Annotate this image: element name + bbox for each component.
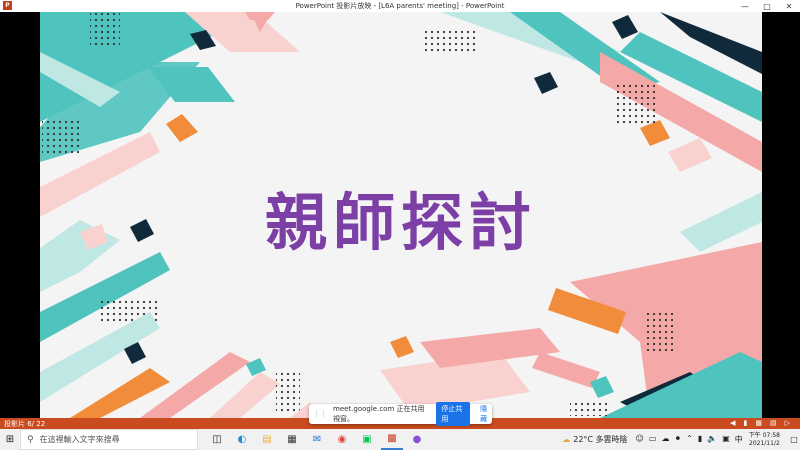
dot-grid <box>42 118 82 154</box>
people-icon[interactable]: ☺ <box>636 434 644 445</box>
slide-number: 投影片 6/ 22 <box>4 420 46 428</box>
share-message: meet.google.com 正在共用視窗。 <box>333 405 425 423</box>
hide-button[interactable]: 隱藏 <box>480 404 492 424</box>
powerpoint-app-icon[interactable]: P <box>3 1 12 10</box>
task-view-icon[interactable]: ◫ <box>206 429 228 450</box>
dot-grid <box>90 12 120 48</box>
navy-square <box>534 72 558 94</box>
line-icon[interactable]: ▣ <box>356 429 378 450</box>
stop-sharing-button[interactable]: 停止共用 <box>436 402 471 426</box>
edge-icon[interactable]: ◐ <box>231 429 253 450</box>
minimize-icon[interactable]: — <box>734 0 756 12</box>
clock-time: 下午 07:58 <box>748 431 780 439</box>
maximize-icon[interactable]: □ <box>756 0 778 12</box>
notification-icon[interactable]: □ <box>788 435 800 444</box>
window-title: PowerPoint 投影片放映 - [L6A parents' meeting… <box>295 2 505 10</box>
slide-title: 親師探討 <box>264 186 537 259</box>
dot-grid <box>614 82 658 126</box>
tray-icons: ☺ ▭ ☁ ⚫ ⌃ ▮ 🔈 ▣ 中 <box>636 434 743 445</box>
network-icon[interactable]: ▣ <box>722 434 730 445</box>
search-icon: ⚲ <box>27 434 34 445</box>
input-method-icon[interactable]: 中 <box>735 434 743 445</box>
dot-grid <box>570 402 610 416</box>
powerpoint-icon[interactable]: ▩ <box>381 429 403 450</box>
window-controls: — □ ✕ <box>734 0 800 12</box>
photos-icon[interactable]: ● <box>406 429 428 450</box>
orange-square <box>166 114 198 142</box>
dot-grid <box>424 30 478 52</box>
file-explorer-icon[interactable]: ▤ <box>256 429 278 450</box>
normal-view-icon[interactable]: ▮ <box>744 419 748 428</box>
slideshow-icon[interactable]: ▷ <box>785 419 790 428</box>
pink-block <box>668 138 712 172</box>
weather-text: 22°C 多雲時陰 <box>573 435 628 444</box>
clock[interactable]: 下午 07:58 2021/11/2 <box>749 432 780 448</box>
chrome-icon[interactable]: ◉ <box>331 429 353 450</box>
weather-widget[interactable]: ☁ 22°C 多雲時陰 <box>562 434 627 445</box>
volume-icon[interactable]: 🔈 <box>707 434 717 445</box>
slide-canvas[interactable]: 親師探討 <box>40 12 762 418</box>
taskbar: ⊞ ⚲ 在這裡輸入文字來搜尋 ◫ ◐ ▤ ▦ ✉ ◉ ▣ ▩ ● ☁ 22°C … <box>0 429 800 450</box>
screen-share-banner: ⋮⋮ meet.google.com 正在共用視窗。 停止共用 隱藏 <box>309 402 492 426</box>
navy-square <box>612 15 638 39</box>
weather-icon: ☁ <box>562 435 571 444</box>
start-button[interactable]: ⊞ <box>0 434 20 445</box>
reading-view-icon[interactable]: ▤ <box>770 419 777 428</box>
close-icon[interactable]: ✕ <box>778 0 800 12</box>
window-title-bar: P PowerPoint 投影片放映 - [L6A parents' meeti… <box>0 0 800 12</box>
store-icon[interactable]: ▦ <box>281 429 303 450</box>
microphone-icon[interactable]: ⚫ <box>674 434 681 445</box>
view-controls: ◀ ▮ ▦ ▤ ▷ <box>730 419 790 428</box>
search-placeholder: 在這裡輸入文字來搜尋 <box>39 435 120 444</box>
taskbar-search-box[interactable]: ⚲ 在這裡輸入文字來搜尋 <box>20 429 198 450</box>
orange-square <box>390 336 414 358</box>
previous-icon[interactable]: ◀ <box>730 419 735 428</box>
teal-square <box>246 358 266 376</box>
battery-icon[interactable]: ▮ <box>698 434 702 445</box>
clock-date: 2021/11/2 <box>749 439 780 447</box>
cloud-icon[interactable]: ☁ <box>661 434 669 445</box>
slide-sorter-icon[interactable]: ▦ <box>755 419 762 428</box>
tablet-icon[interactable]: ▭ <box>649 434 657 445</box>
dot-grid <box>644 312 674 352</box>
pink-stripe <box>532 352 600 388</box>
dot-grid <box>276 372 300 412</box>
chevron-up-icon[interactable]: ⌃ <box>686 434 693 445</box>
taskbar-apps: ◫ ◐ ▤ ▦ ✉ ◉ ▣ ▩ ● <box>206 429 428 450</box>
mail-icon[interactable]: ✉ <box>306 429 328 450</box>
pink-block <box>245 12 275 20</box>
system-tray: ☁ 22°C 多雲時陰 ☺ ▭ ☁ ⚫ ⌃ ▮ 🔈 ▣ 中 下午 07:58 2… <box>562 429 800 450</box>
drag-handle-icon[interactable]: ⋮⋮ <box>313 410 327 418</box>
